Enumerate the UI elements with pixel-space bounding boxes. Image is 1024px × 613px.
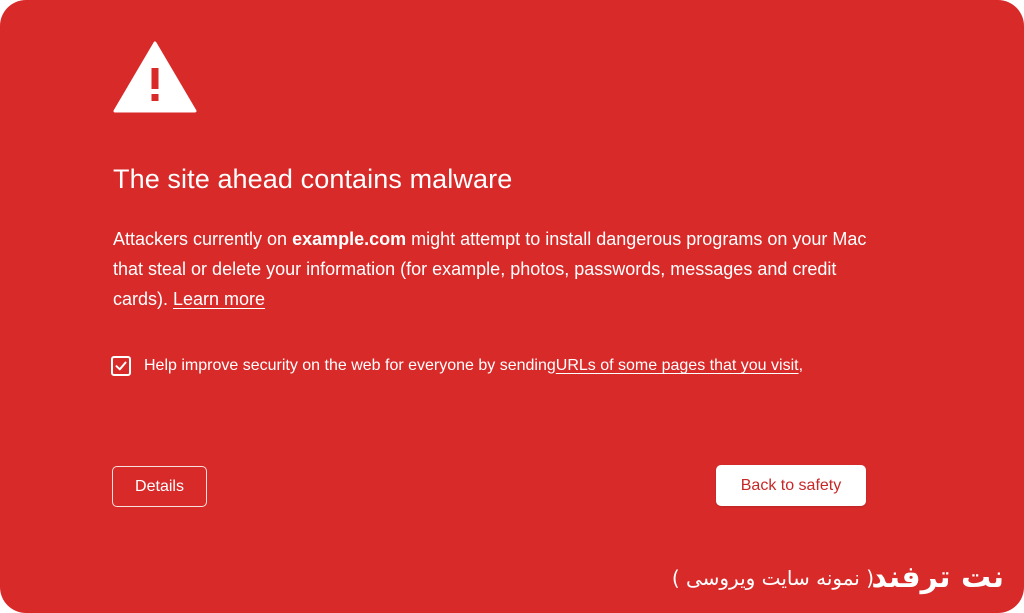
urls-info-link[interactable]: URLs of some pages that you visit [556,357,799,375]
watermark-logo: نت ترفند [871,560,1004,595]
warning-description: Attackers currently on example.com might… [113,224,893,314]
details-button[interactable]: Details [112,466,207,507]
watermark-caption: ( نمونه سایت ویروسی ) [671,566,874,590]
learn-more-link[interactable]: Learn more [173,289,265,309]
checkbox-label-trailing: , [798,357,804,374]
site-domain: example.com [292,229,407,249]
warning-triangle-icon [113,41,197,113]
improve-security-option: Help improve security on the web for eve… [111,356,803,376]
description-text-start: Attackers currently on [113,229,293,249]
checkbox-label: Help improve security on the web for eve… [144,357,556,374]
page-title: The site ahead contains malware [113,164,513,194]
improve-security-checkbox[interactable] [111,356,131,376]
checkmark-icon [115,361,127,371]
back-to-safety-button[interactable]: Back to safety [716,465,866,506]
malware-warning-page: The site ahead contains malware Attacker… [0,0,1024,613]
